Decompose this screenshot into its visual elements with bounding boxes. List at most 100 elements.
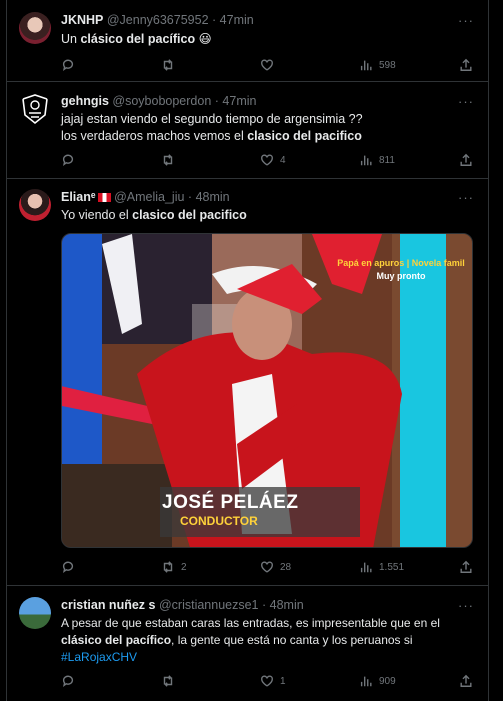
reply-icon	[62, 675, 74, 688]
text-bold: clásico del pacífico	[61, 633, 172, 647]
separator-dot: ·	[212, 13, 217, 27]
separator-dot: ·	[262, 598, 267, 612]
likes-count: 1	[280, 675, 286, 687]
author-handle[interactable]: @soyboboperdon	[112, 94, 211, 108]
author-handle[interactable]: @Jenny63675952	[107, 13, 209, 27]
tweet-header: Elianᵉ @Amelia_jiu · 48min	[61, 190, 458, 208]
views-button[interactable]: 811	[359, 152, 395, 168]
tweet-3[interactable]: Elianᵉ @Amelia_jiu · 48min ··· Yo viendo…	[7, 179, 488, 586]
views-count: 1.551	[379, 561, 405, 573]
separator-dot: ·	[214, 94, 219, 108]
reply-button[interactable]	[61, 559, 75, 575]
separator-dot: ·	[187, 190, 193, 204]
tweet-text: Un clásico del pacífico 😃	[61, 31, 472, 48]
tweet-actions: 1 909	[61, 673, 476, 689]
tweet-text: Yo viendo el clasico del pacifico	[61, 207, 472, 224]
like-button[interactable]: 1	[260, 673, 286, 689]
share-button[interactable]	[459, 673, 473, 689]
more-icon[interactable]: ···	[458, 598, 474, 613]
text-line: A pesar de que estaban caras las entrada…	[61, 616, 440, 630]
tweet-media[interactable]: Papá en apuros | Novela famil Muy pronto…	[61, 233, 473, 548]
likes-count: 28	[280, 561, 292, 573]
author-handle[interactable]: @Amelia_jiu	[114, 190, 184, 204]
avatar[interactable]	[19, 93, 51, 125]
text-bold: clasico del pacifico	[247, 129, 362, 143]
avatar[interactable]	[19, 12, 51, 44]
tweet-text: A pesar de que estaban caras las entrada…	[61, 615, 472, 666]
banner-title: Papá en apuros | Novela famil	[337, 258, 465, 268]
tweet-4[interactable]: cristian nuñez s @cristiannuezse1 · 48mi…	[7, 586, 488, 701]
timestamp[interactable]: 48min	[270, 598, 304, 612]
avatar[interactable]	[19, 189, 51, 221]
timestamp[interactable]: 47min	[220, 13, 254, 27]
avatar[interactable]	[19, 597, 51, 629]
like-icon	[261, 561, 273, 573]
share-icon	[460, 674, 472, 687]
text-segment: Un	[61, 32, 81, 46]
text-bold: del pacífico	[126, 32, 196, 46]
views-icon	[360, 676, 372, 687]
retweet-icon	[163, 561, 173, 573]
views-count: 909	[379, 675, 396, 687]
share-button[interactable]	[459, 57, 473, 73]
hashtag-link[interactable]: #LaRojaxCHV	[61, 649, 472, 666]
avatar-logo	[22, 94, 48, 125]
tweet-text: jajaj estan viendo el segundo tiempo de …	[61, 111, 472, 145]
views-icon	[360, 155, 372, 166]
share-button[interactable]	[459, 559, 473, 575]
timeline: JKNHP @Jenny63675952 · 47min ··· Un clás…	[0, 0, 503, 701]
author-name[interactable]: Elianᵉ	[61, 190, 111, 204]
timestamp[interactable]: 47min	[222, 94, 256, 108]
more-icon[interactable]: ···	[458, 94, 474, 109]
like-button[interactable]: 28	[260, 559, 291, 575]
author-name[interactable]: gehngis	[61, 94, 109, 108]
tweet-actions: 598	[61, 57, 476, 73]
author-handle[interactable]: @cristiannuezse1	[159, 598, 259, 612]
retweet-button[interactable]	[161, 57, 175, 73]
author-name[interactable]: JKNHP	[61, 13, 103, 27]
like-icon	[261, 154, 273, 166]
reply-button[interactable]	[61, 57, 75, 73]
timeline-right-border	[488, 0, 489, 701]
reply-button[interactable]	[61, 673, 75, 689]
views-button[interactable]: 598	[359, 57, 396, 73]
timestamp[interactable]: 48min	[196, 190, 230, 204]
media-banner: Papá en apuros | Novela famil Muy pronto	[328, 258, 472, 281]
media-caption: JOSÉ PELÁEZ CONDUCTOR	[162, 492, 298, 528]
retweet-icon	[163, 675, 173, 687]
author-name-text: Elian	[61, 190, 91, 204]
tweet-header: JKNHP @Jenny63675952 · 47min	[61, 13, 458, 31]
reply-icon	[62, 59, 74, 72]
retweet-button[interactable]	[161, 152, 175, 168]
text-line: clásico del pacífico, la gente que está …	[61, 632, 472, 649]
text-line: jajaj estan viendo el segundo tiempo de …	[61, 112, 363, 126]
tweet-2[interactable]: gehngis @soyboboperdon · 47min ··· jajaj…	[7, 82, 488, 179]
retweet-button[interactable]	[161, 673, 175, 689]
tweet-actions: 4 811	[61, 152, 476, 168]
author-name-sup: ᵉ	[90, 190, 96, 204]
views-icon	[360, 562, 372, 573]
like-icon	[261, 59, 273, 71]
retweets-count: 2	[181, 561, 187, 573]
more-icon[interactable]: ···	[458, 13, 474, 28]
like-button[interactable]: 4	[260, 152, 286, 168]
views-count: 598	[379, 59, 396, 71]
emoji: 😃	[195, 32, 212, 46]
share-icon	[460, 153, 472, 166]
author-name[interactable]: cristian nuñez s	[61, 598, 155, 612]
views-button[interactable]: 1.551	[359, 559, 404, 575]
like-button[interactable]	[260, 57, 274, 73]
peru-flag-icon	[97, 193, 111, 202]
tweet-1[interactable]: JKNHP @Jenny63675952 · 47min ··· Un clás…	[7, 0, 488, 82]
tweet-header: gehngis @soyboboperdon · 47min	[61, 94, 458, 112]
retweet-icon	[163, 154, 173, 166]
reply-icon	[62, 154, 74, 167]
more-icon[interactable]: ···	[458, 190, 474, 205]
share-button[interactable]	[459, 152, 473, 168]
retweet-button[interactable]: 2	[161, 559, 187, 575]
reply-button[interactable]	[61, 152, 75, 168]
caption-role: CONDUCTOR	[180, 514, 258, 528]
views-button[interactable]: 909	[359, 673, 396, 689]
retweet-icon	[163, 59, 173, 71]
text-line: los verdaderos machos vemos el clasico d…	[61, 128, 472, 145]
